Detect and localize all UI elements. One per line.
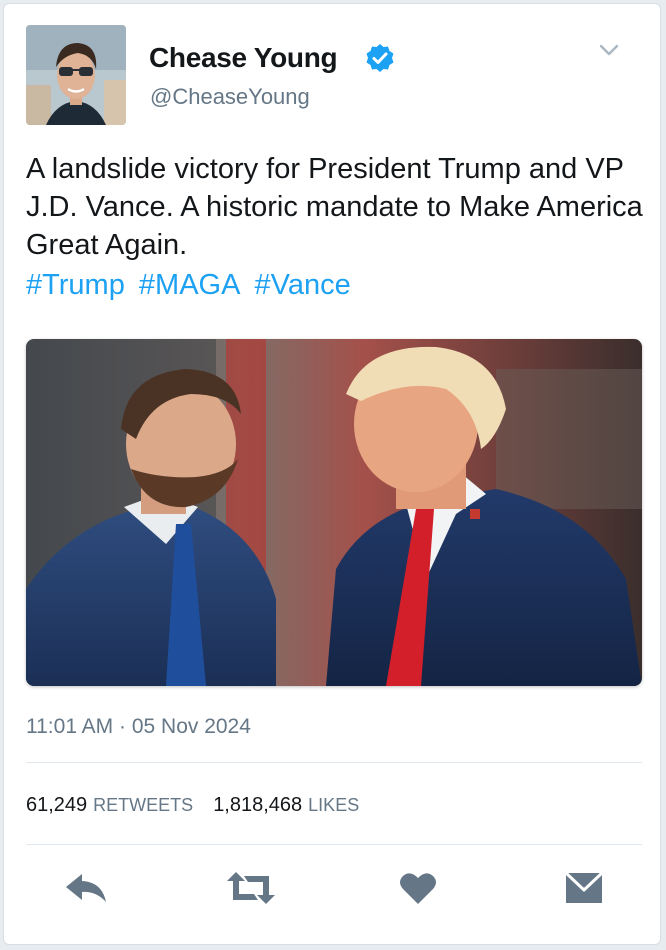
like-count[interactable]: 1,818,468: [213, 794, 302, 816]
tweet-text: A landslide victory for President Trump …: [26, 153, 643, 261]
retweet-count[interactable]: 61,249: [26, 794, 87, 816]
display-name[interactable]: Chease Young: [149, 42, 338, 74]
divider: [26, 844, 642, 845]
reply-icon[interactable]: [64, 870, 108, 906]
hashtag-list: #Trump #MAGA #Vance: [26, 266, 357, 304]
retweet-label[interactable]: RETWEETS: [93, 795, 193, 815]
like-label[interactable]: LIKES: [308, 795, 359, 815]
divider: [26, 762, 642, 763]
heart-icon[interactable]: [399, 870, 437, 906]
retweet-icon[interactable]: [226, 870, 276, 906]
verified-badge-icon: [365, 43, 395, 73]
tweet-card: Chease Young @CheaseYoung A landslide vi…: [3, 3, 661, 945]
chevron-down-icon[interactable]: [598, 42, 620, 58]
hashtag-link[interactable]: #Trump: [26, 269, 125, 301]
hashtag-link[interactable]: #Vance: [255, 269, 351, 301]
tweet-stats: 61,249 RETWEETS 1,818,468 LIKES: [26, 794, 379, 817]
hashtag-link[interactable]: #MAGA: [139, 269, 241, 301]
user-handle[interactable]: @CheaseYoung: [150, 84, 310, 110]
avatar[interactable]: [26, 25, 126, 125]
tweet-photo[interactable]: [26, 339, 642, 686]
tweet-timestamp[interactable]: 11:01 AM · 05 Nov 2024: [26, 715, 251, 739]
envelope-icon[interactable]: [564, 870, 604, 906]
